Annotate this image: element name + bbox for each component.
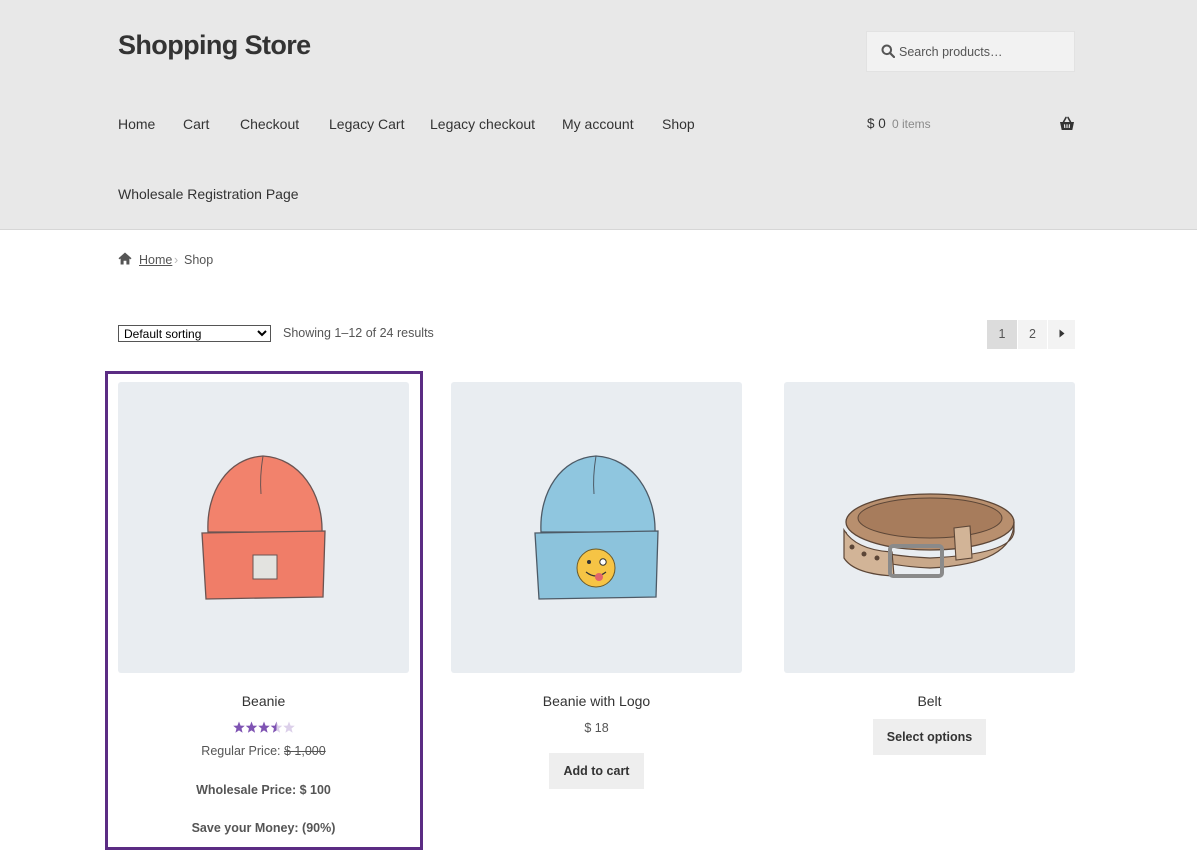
nav-item-legacy-checkout[interactable]: Legacy checkout [430, 116, 535, 132]
breadcrumb-current: Shop [184, 253, 214, 267]
product-card-beanie-with-logo[interactable]: Beanie with Logo $ 18 Add to cart [451, 382, 742, 789]
site-header: Shopping Store Home Cart Checkout Legacy… [0, 0, 1197, 230]
header-cart[interactable]: $ 0 0 items [867, 116, 1075, 134]
star-rating [233, 721, 295, 733]
nav-item-wholesale-registration[interactable]: Wholesale Registration Page [118, 186, 299, 202]
add-to-cart-button[interactable]: Add to cart [549, 753, 644, 789]
basket-icon[interactable] [1059, 116, 1075, 132]
result-count: Showing 1–12 of 24 results [283, 326, 434, 340]
page-2-button[interactable]: 2 [1018, 320, 1047, 349]
regular-price-label: Regular Price: [201, 744, 281, 758]
breadcrumb-separator: › [174, 253, 179, 267]
product-image-beanie[interactable] [118, 382, 409, 673]
product-title[interactable]: Beanie [118, 693, 409, 709]
wholesale-price: Wholesale Price: $ 100 [196, 783, 331, 797]
beanie-with-logo-image [534, 455, 659, 600]
caret-right-icon [1059, 329, 1065, 338]
savings-text: Save your Money: (90%) [191, 821, 336, 835]
page-1-button[interactable]: 1 [987, 320, 1017, 349]
product-card-belt[interactable]: Belt Select options [784, 382, 1075, 755]
product-title[interactable]: Belt [784, 693, 1075, 709]
search-icon [881, 44, 895, 58]
next-page-button[interactable] [1048, 320, 1075, 349]
breadcrumb-home-link[interactable]: Home [139, 253, 172, 267]
product-card-beanie[interactable]: Beanie Regular Price: $ 1,000 Wholesale … [118, 382, 409, 835]
product-image-beanie-with-logo[interactable] [451, 382, 742, 673]
product-title[interactable]: Beanie with Logo [451, 693, 742, 709]
cart-amount: $ 0 [867, 116, 886, 131]
site-title[interactable]: Shopping Store [118, 30, 311, 61]
search-box[interactable] [866, 31, 1075, 72]
nav-item-legacy-cart[interactable]: Legacy Cart [329, 116, 404, 132]
regular-price: Regular Price: $ 1,000 [118, 744, 409, 758]
nav-item-checkout[interactable]: Checkout [240, 116, 299, 132]
search-input[interactable] [899, 32, 1069, 71]
beanie-image [201, 455, 326, 600]
regular-price-value: $ 1,000 [283, 744, 326, 758]
product-image-belt[interactable] [784, 382, 1075, 673]
home-icon [118, 252, 132, 265]
sort-select[interactable]: Default sorting [118, 325, 271, 342]
nav-item-shop[interactable]: Shop [662, 116, 695, 132]
belt-image [843, 493, 1015, 578]
nav-item-home[interactable]: Home [118, 116, 155, 132]
nav-item-cart[interactable]: Cart [183, 116, 209, 132]
product-price: $ 18 [584, 721, 609, 735]
cart-count: 0 items [892, 117, 931, 131]
nav-item-my-account[interactable]: My account [562, 116, 634, 132]
select-options-button[interactable]: Select options [873, 719, 986, 755]
